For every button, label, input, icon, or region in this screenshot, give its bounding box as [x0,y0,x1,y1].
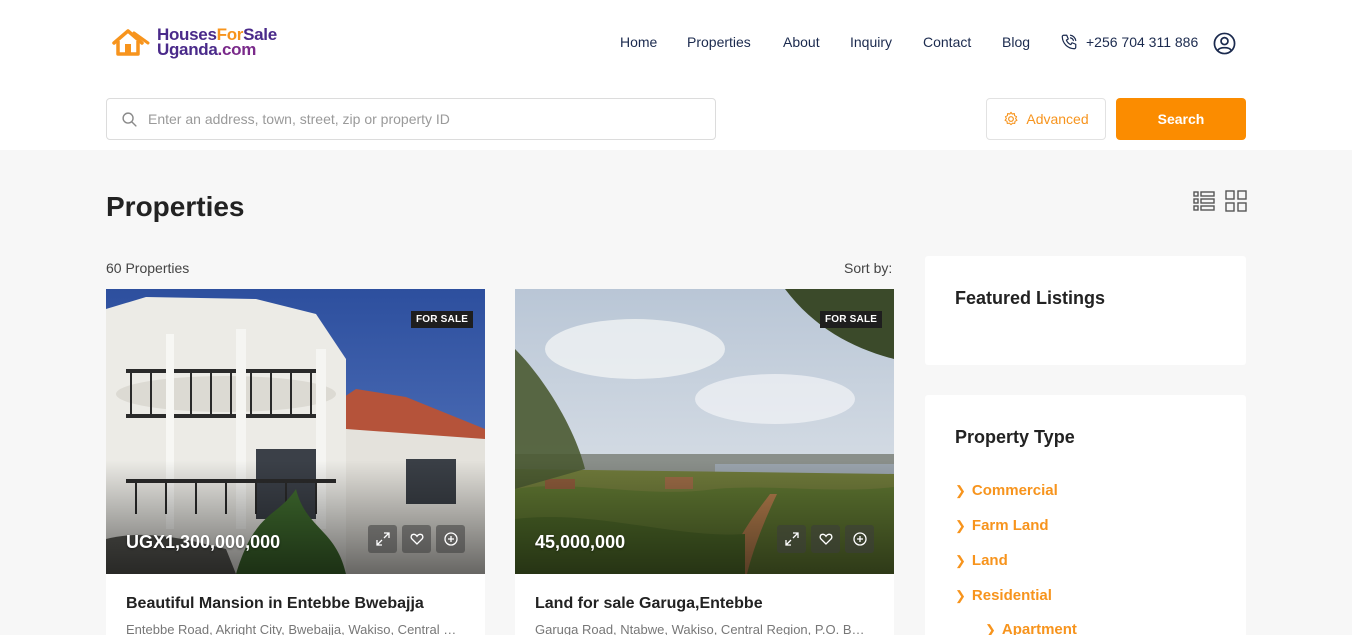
user-icon [1213,32,1236,55]
property-photo[interactable]: FOR SALE UGX1,300,000,000 [106,289,485,574]
sort-by-dropdown[interactable]: Sort by: [844,260,892,276]
header-phone[interactable]: +256 704 311 886 [1060,33,1198,51]
expand-button[interactable] [368,525,397,553]
property-address: Entebbe Road, Akright City, Bwebajja, Wa… [126,622,464,635]
chevron-right-icon: ❯ [955,482,966,498]
expand-icon [375,532,390,546]
search-bar [106,98,716,140]
nav-contact[interactable]: Contact [923,34,971,50]
gear-icon [1004,111,1018,126]
type-label: Commercial [971,482,1058,499]
plus-circle-icon [443,532,458,546]
property-photo[interactable]: FOR SALE 45,000,000 [515,289,894,574]
phone-icon [1061,34,1077,50]
favorite-button[interactable] [402,525,431,553]
results-count: 60 Properties [106,260,190,276]
page-title: Properties [106,191,245,222]
logo-word-com: .com [217,40,257,59]
search-button[interactable]: Search [1116,98,1246,140]
chevron-right-icon: ❯ [955,517,966,533]
phone-number: +256 704 311 886 [1086,34,1199,50]
chevron-right-icon: ❯ [955,587,966,603]
list-view-toggle[interactable] [1193,190,1215,217]
heart-icon [410,533,423,545]
type-label: Farm Land [971,517,1049,534]
logo-wordmark: HousesForSale Uganda.com [157,26,277,59]
type-link-apartment[interactable]: ❯ Apartment [985,621,1077,635]
header: HousesForSale Uganda.com Home Properties… [0,0,1352,150]
plus-circle-icon [852,532,867,546]
compare-button[interactable] [845,525,874,553]
property-title[interactable]: Beautiful Mansion in Entebbe Bwebajja [126,595,424,613]
featured-listings-widget: Featured Listings [925,256,1246,365]
house-logo-icon [112,29,150,56]
property-price: 45,000,000 [535,532,626,552]
type-label: Land [971,552,1008,569]
nav-blog[interactable]: Blog [1002,34,1030,50]
property-title[interactable]: Land for sale Garuga,Entebbe [535,595,763,613]
card-actions [368,525,465,553]
property-type-title: Property Type [955,427,1075,447]
nav-inquiry[interactable]: Inquiry [850,34,892,50]
chevron-right-icon: ❯ [985,621,996,635]
expand-icon [784,532,799,546]
expand-button[interactable] [777,525,806,553]
list-view-icon [1193,191,1215,211]
type-label: Apartment [1001,621,1077,635]
featured-title: Featured Listings [955,288,1106,308]
type-link-farm-land[interactable]: ❯ Farm Land [955,517,1049,534]
advanced-search-button[interactable]: Advanced [986,98,1106,140]
status-badge: FOR SALE [820,311,883,328]
nav-home[interactable]: Home [620,34,657,50]
nav-properties[interactable]: Properties [687,34,751,50]
search-button-label: Search [1157,111,1205,127]
type-link-commercial[interactable]: ❯ Commercial [955,482,1058,499]
advanced-label: Advanced [1026,111,1089,127]
property-price: UGX1,300,000,000 [126,532,281,552]
type-link-land[interactable]: ❯ Land [955,552,1008,569]
grid-view-icon [1225,190,1247,212]
type-link-residential[interactable]: ❯ Residential [955,587,1052,604]
nav-about[interactable]: About [783,34,820,50]
card-actions [777,525,874,553]
type-label: Residential [971,587,1052,604]
status-badge: FOR SALE [411,311,474,328]
property-card[interactable]: FOR SALE UGX1,300,000,000 Beautiful Mans… [106,289,485,635]
chevron-right-icon: ❯ [955,552,966,568]
compare-button[interactable] [436,525,465,553]
property-address: Garuga Road, Ntabwe, Wakiso, Central Reg… [535,622,873,635]
heart-icon [819,533,832,545]
property-card[interactable]: FOR SALE 45,000,000 Land for sale Garuga… [515,289,894,635]
search-icon [122,111,137,127]
favorite-button[interactable] [811,525,840,553]
site-logo[interactable]: HousesForSale Uganda.com [111,26,277,59]
search-input[interactable] [148,111,688,127]
property-type-widget: Property Type ❯ Commercial ❯ Farm Land ❯… [925,395,1246,635]
account-button[interactable] [1213,32,1236,60]
grid-view-toggle[interactable] [1225,190,1247,217]
logo-word-uganda: Uganda [157,40,218,59]
